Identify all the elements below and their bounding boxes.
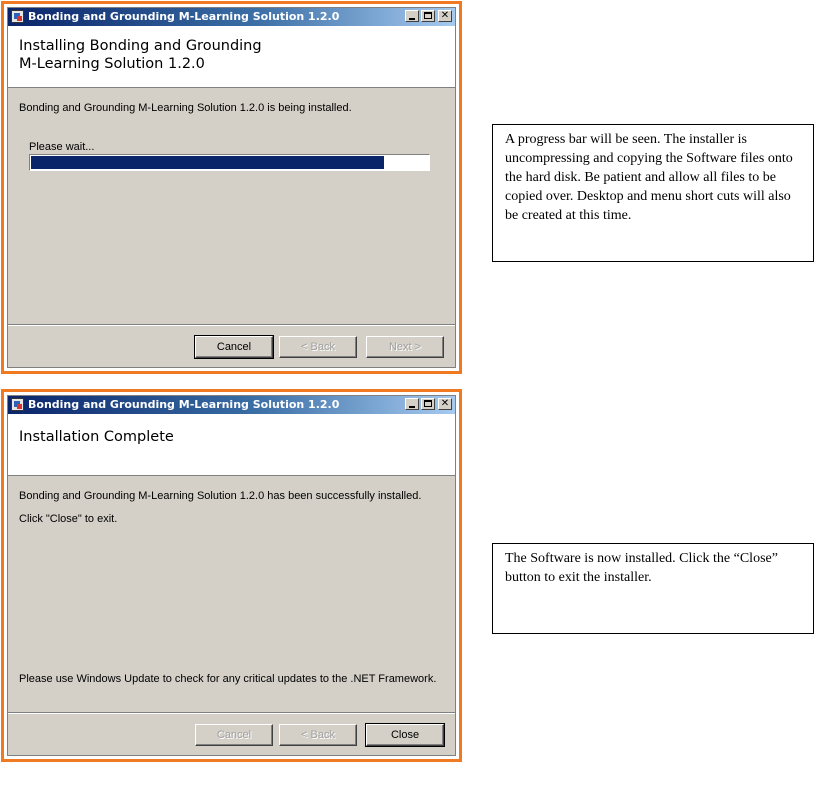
back-button[interactable]: < Back: [279, 724, 357, 746]
complete-screenshot-frame: Bonding and Grounding M-Learning Solutio…: [1, 389, 462, 762]
installing-callout: A progress bar will be seen. The install…: [492, 124, 814, 262]
close-x-icon[interactable]: ✕: [438, 398, 452, 410]
back-button[interactable]: < Back: [279, 336, 357, 358]
footer-divider: [8, 324, 455, 326]
dotnet-update-note: Please use Windows Update to check for a…: [19, 673, 437, 685]
complete-callout: The Software is now installed. Click the…: [492, 543, 814, 634]
progress-bar: [29, 154, 430, 171]
cancel-button[interactable]: Cancel: [195, 724, 273, 746]
page-title-line1: Installing Bonding and Grounding: [19, 38, 262, 54]
title-bar[interactable]: Bonding and Grounding M-Learning Solutio…: [8, 8, 455, 26]
window-title: Bonding and Grounding M-Learning Solutio…: [28, 10, 340, 23]
footer-divider: [8, 712, 455, 714]
maximize-icon[interactable]: [421, 10, 435, 22]
page-title-line2: M-Learning Solution 1.2.0: [19, 56, 205, 72]
complete-dialog: Bonding and Grounding M-Learning Solutio…: [7, 395, 456, 756]
page-title: Installing Bonding and Grounding M-Learn…: [19, 37, 262, 73]
progress-label: Please wait...: [29, 141, 95, 153]
installing-screenshot-frame: Bonding and Grounding M-Learning Solutio…: [1, 1, 462, 374]
minimize-icon[interactable]: [405, 398, 419, 410]
cancel-button[interactable]: Cancel: [194, 335, 274, 359]
installer-app-icon: [11, 398, 24, 411]
window-title: Bonding and Grounding M-Learning Solutio…: [28, 398, 340, 411]
maximize-icon[interactable]: [421, 398, 435, 410]
close-x-icon[interactable]: ✕: [438, 10, 452, 22]
installing-dialog: Bonding and Grounding M-Learning Solutio…: [7, 7, 456, 368]
close-button[interactable]: Close: [365, 723, 445, 747]
next-button[interactable]: Next >: [366, 336, 444, 358]
dialog-header: Installation Complete: [8, 414, 455, 476]
minimize-icon[interactable]: [405, 10, 419, 22]
success-message: Bonding and Grounding M-Learning Solutio…: [19, 490, 422, 502]
close-instruction: Click "Close" to exit.: [19, 513, 118, 525]
progress-bar-fill: [31, 156, 385, 169]
title-bar[interactable]: Bonding and Grounding M-Learning Solutio…: [8, 396, 455, 414]
page-title: Installation Complete: [19, 429, 174, 445]
installer-app-icon: [11, 10, 24, 23]
dialog-header: Installing Bonding and Grounding M-Learn…: [8, 26, 455, 88]
status-message: Bonding and Grounding M-Learning Solutio…: [19, 102, 352, 114]
